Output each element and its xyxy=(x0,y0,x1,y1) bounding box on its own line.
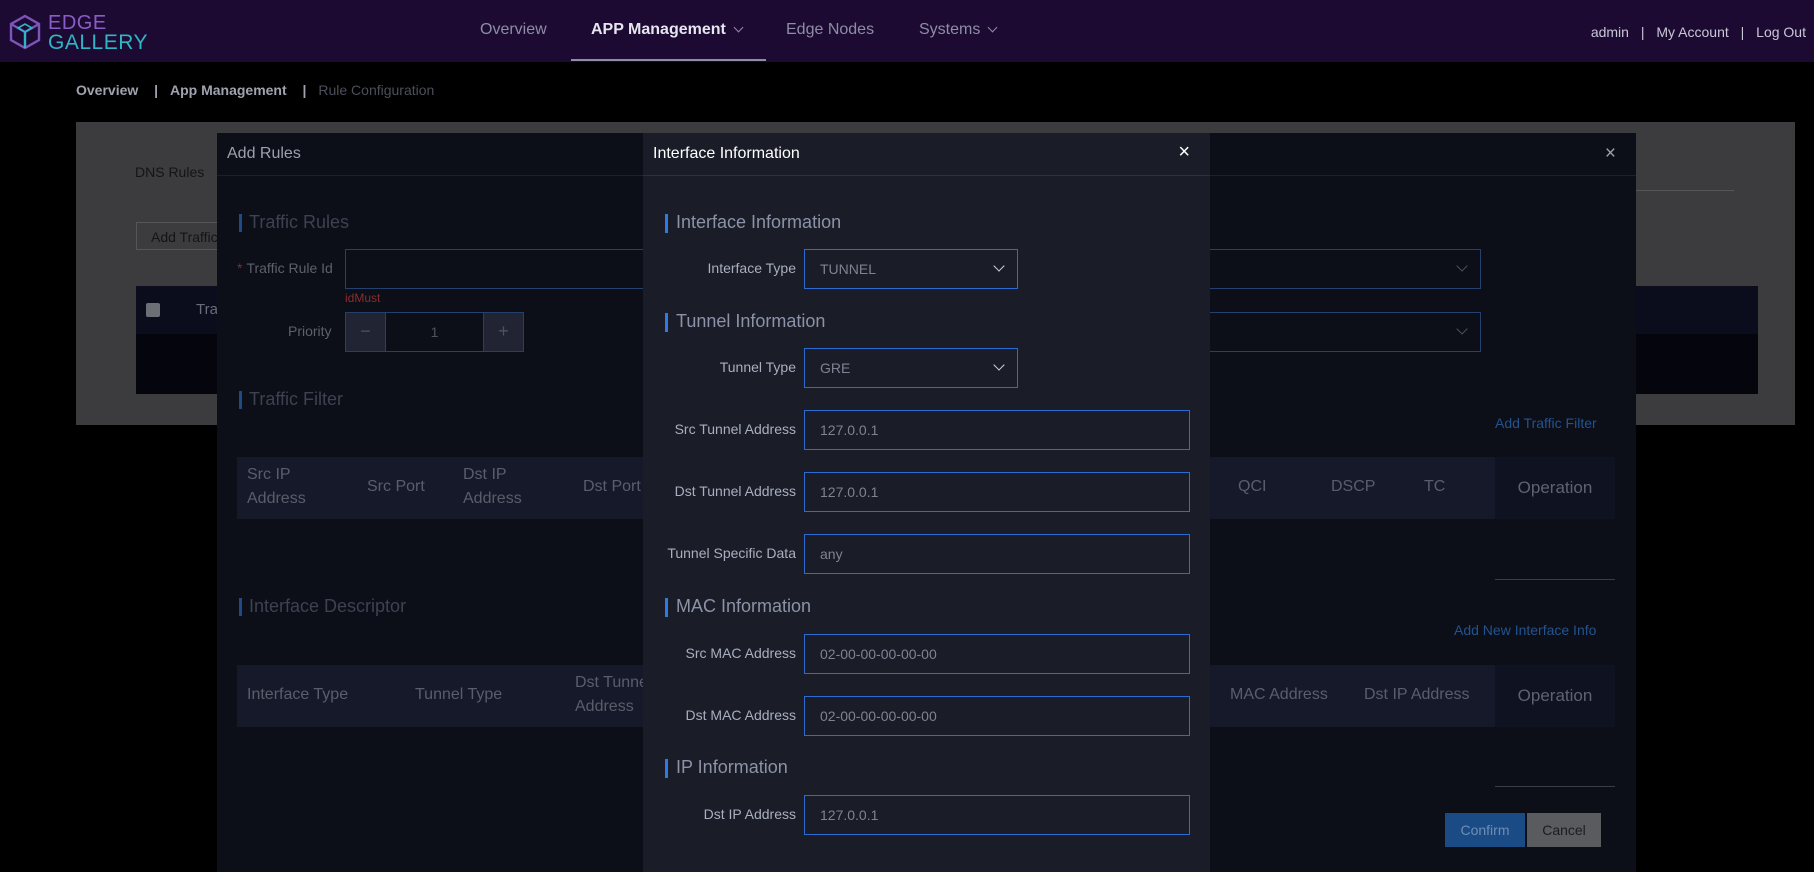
interface-information-dialog: Interface Information × Interface Inform… xyxy=(643,133,1210,872)
traffic-rule-id-input[interactable] xyxy=(345,249,643,289)
column-header-operation: Operation xyxy=(1495,457,1615,519)
priority-value[interactable]: 1 xyxy=(386,324,483,340)
column-header-dst-port: Dst Port xyxy=(583,478,641,495)
traffic-action-select[interactable] xyxy=(1210,249,1481,289)
add-traffic-rule-button[interactable]: Add Traffic Rule xyxy=(136,222,226,250)
interface-type-value: TUNNEL xyxy=(820,261,877,277)
column-header-mac-address: MAC Address xyxy=(1230,686,1328,703)
tunnel-type-select[interactable]: GRE xyxy=(804,348,1018,388)
cancel-button[interactable]: Cancel xyxy=(1527,813,1601,847)
chevron-down-icon xyxy=(993,359,1005,371)
dst-ip-address-label: Dst IP Address xyxy=(703,806,796,822)
decrement-button[interactable]: − xyxy=(346,313,386,351)
top-navbar: EDGE GALLERY Overview APP Management Edg… xyxy=(0,0,1814,62)
breadcrumb-overview[interactable]: Overview xyxy=(76,82,138,98)
dst-tunnel-address-input[interactable]: 127.0.0.1 xyxy=(804,472,1190,512)
column-header-operation: Operation xyxy=(1495,665,1615,727)
traffic-type-select[interactable] xyxy=(1210,312,1481,352)
tunnel-type-label: Tunnel Type xyxy=(719,359,796,375)
nav-edge-nodes[interactable]: Edge Nodes xyxy=(786,21,874,39)
interface-type-label: Interface Type xyxy=(707,260,796,276)
tab-dns-rules[interactable]: DNS Rules xyxy=(135,164,204,180)
edgegallery-logo[interactable]: EDGE GALLERY xyxy=(8,12,148,54)
column-header-src-ip: Src IP Address xyxy=(247,466,306,507)
dialog-title: Interface Information xyxy=(653,145,800,162)
src-mac-address-input[interactable]: 02-00-00-00-00-00 xyxy=(804,634,1190,674)
dst-tunnel-address-label: Dst Tunnel Address xyxy=(674,483,796,499)
dialog-title: Add Rules xyxy=(227,145,301,162)
add-new-interface-info-link[interactable]: Add New Interface Info xyxy=(1454,622,1596,638)
section-title-interface-descriptor: Interface Descriptor xyxy=(239,596,406,617)
nav-app-management[interactable]: APP Management xyxy=(591,21,744,39)
dialog-header: Interface Information × xyxy=(643,133,1210,176)
nav-systems[interactable]: Systems xyxy=(919,21,998,39)
column-header-interface-type: Interface Type xyxy=(247,686,349,703)
select-all-checkbox[interactable] xyxy=(146,303,160,317)
priority-stepper: − 1 + xyxy=(345,312,524,352)
account-menu: admin | My Account | Log Out xyxy=(1591,24,1806,40)
chevron-down-icon xyxy=(993,260,1005,272)
chevron-down-icon xyxy=(1456,260,1468,272)
column-header-tunnel-type: Tunnel Type xyxy=(415,686,503,703)
breadcrumb: Overview | App Management | Rule Configu… xyxy=(76,82,434,98)
traffic-rule-id-error: idMust xyxy=(345,291,381,305)
tab-divider xyxy=(1634,190,1734,191)
priority-label: Priority xyxy=(288,323,332,339)
section-title-interface-information: Interface Information xyxy=(665,212,841,233)
cube-logo-icon xyxy=(9,14,41,50)
column-header-tc: TC xyxy=(1424,478,1446,495)
chevron-down-icon xyxy=(733,22,744,33)
required-mark: * xyxy=(237,260,243,276)
breadcrumb-rule-configuration: Rule Configuration xyxy=(318,82,435,98)
traffic-rule-id-label-text: Traffic Rule Id xyxy=(246,260,333,276)
account-separator: | xyxy=(1640,24,1645,40)
nav-overview[interactable]: Overview xyxy=(480,21,547,39)
logo-text-gallery: GALLERY xyxy=(48,31,148,54)
section-title-traffic-rules: Traffic Rules xyxy=(239,212,349,233)
dst-mac-address-input[interactable]: 02-00-00-00-00-00 xyxy=(804,696,1190,736)
breadcrumb-app-management[interactable]: App Management xyxy=(170,82,287,98)
chevron-down-icon xyxy=(1456,323,1468,335)
column-header-dst-ip-address: Dst IP Address xyxy=(1364,686,1470,703)
tunnel-specific-data-input[interactable]: any xyxy=(804,534,1190,574)
add-traffic-filter-link[interactable]: Add Traffic Filter xyxy=(1495,415,1597,431)
src-mac-address-label: Src MAC Address xyxy=(685,645,796,661)
section-title-tunnel-information: Tunnel Information xyxy=(665,311,825,332)
breadcrumb-separator: | xyxy=(154,82,159,98)
username[interactable]: admin xyxy=(1591,24,1629,40)
operation-divider xyxy=(1495,786,1615,787)
confirm-button[interactable]: Confirm xyxy=(1445,813,1525,847)
src-tunnel-address-input[interactable]: 127.0.0.1 xyxy=(804,410,1190,450)
close-icon[interactable]: × xyxy=(1178,142,1190,162)
section-title-traffic-filter: Traffic Filter xyxy=(239,389,343,410)
dst-ip-address-input[interactable]: 127.0.0.1 xyxy=(804,795,1190,835)
operation-divider xyxy=(1495,579,1615,580)
tunnel-specific-data-label: Tunnel Specific Data xyxy=(667,545,796,561)
logout-link[interactable]: Log Out xyxy=(1756,24,1806,40)
nav-systems-label: Systems xyxy=(919,21,981,38)
chevron-down-icon xyxy=(987,22,998,33)
section-title-ip-information: IP Information xyxy=(665,757,788,778)
interface-type-select[interactable]: TUNNEL xyxy=(804,249,1018,289)
traffic-rule-id-label: * Traffic Rule Id xyxy=(237,260,333,276)
tunnel-type-value: GRE xyxy=(820,360,851,376)
column-header-src-port: Src Port xyxy=(367,478,425,495)
column-header-qci: QCI xyxy=(1238,478,1267,495)
close-icon[interactable]: × xyxy=(1605,143,1616,165)
section-title-mac-information: MAC Information xyxy=(665,596,811,617)
nav-app-management-label: APP Management xyxy=(591,21,726,38)
active-nav-underline xyxy=(571,59,766,61)
account-separator: | xyxy=(1740,24,1745,40)
my-account-link[interactable]: My Account xyxy=(1656,24,1728,40)
breadcrumb-separator: | xyxy=(302,82,307,98)
dst-mac-address-label: Dst MAC Address xyxy=(685,707,796,723)
src-tunnel-address-label: Src Tunnel Address xyxy=(674,421,796,437)
increment-button[interactable]: + xyxy=(483,313,523,351)
column-header-dscp: DSCP xyxy=(1331,478,1376,495)
column-header-dst-ip: Dst IP Address xyxy=(463,466,522,507)
